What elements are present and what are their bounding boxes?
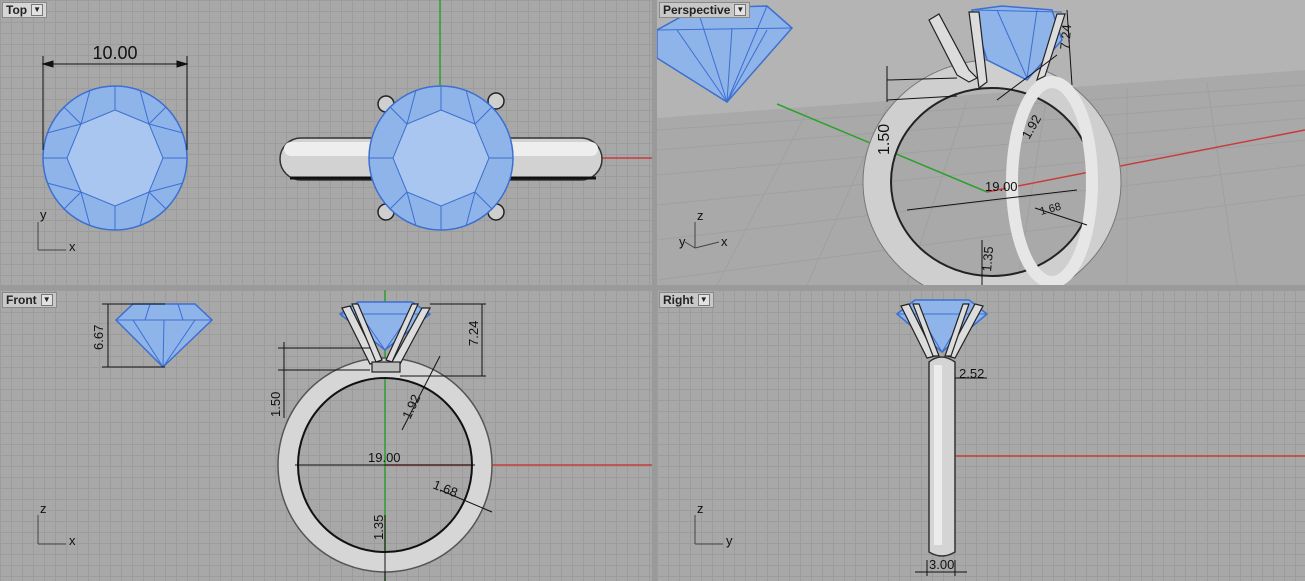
dim-right-width: 3.00 <box>929 557 954 572</box>
chevron-down-icon[interactable]: ▼ <box>697 294 710 306</box>
chevron-down-icon[interactable]: ▼ <box>734 4 747 16</box>
gem-perspective-corner <box>657 5 794 103</box>
chevron-down-icon[interactable]: ▼ <box>31 4 44 16</box>
axis-indicator-top <box>37 222 66 251</box>
viewport-title-perspective[interactable]: Perspective ▼ <box>659 2 751 18</box>
dim-persp-bottom: 1.35 <box>979 246 996 273</box>
axis-x-label: x <box>69 239 76 254</box>
dim-front-bottom: 1.35 <box>371 515 386 540</box>
dim-front-stone: 6.67 <box>91 325 106 350</box>
axis-y-label: y <box>679 234 686 249</box>
axis-y-label: y <box>726 533 733 548</box>
dim-persp-gap: 1.50 <box>876 124 893 155</box>
gem-front-left <box>114 303 214 369</box>
chevron-down-icon[interactable]: ▼ <box>40 294 53 306</box>
viewport-title-front[interactable]: Front ▼ <box>2 292 57 308</box>
ring-head-right <box>895 299 989 359</box>
axis-z-label: z <box>697 208 704 223</box>
dim-front-inner: 19.00 <box>368 450 401 465</box>
axis-z-label: z <box>40 501 47 516</box>
axis-indicator-front <box>37 515 66 545</box>
viewport-title-text: Top <box>6 3 28 17</box>
viewport-title-text: Right <box>663 293 694 307</box>
gem-top-center <box>368 85 514 231</box>
viewport-title-right[interactable]: Right ▼ <box>659 292 714 308</box>
viewport-title-top[interactable]: Top ▼ <box>2 2 48 18</box>
front-canvas: 6.67 7.24 1.50 1.92 19.00 1.68 1.35 z x <box>37 290 652 581</box>
dim-persp-height: 7.24 <box>1057 24 1074 51</box>
viewport-right[interactable]: 2.52 3.00 z y Right ▼ <box>657 290 1305 581</box>
top-canvas: 10.00 y x <box>37 0 652 254</box>
ring-shank-right <box>928 356 956 557</box>
gem-top-left <box>42 85 188 231</box>
perspective-canvas: 7.24 1.50 1.92 19.00 1.68 1.35 z x y <box>657 5 1305 285</box>
dim-front-band: 1.68 <box>431 477 460 500</box>
dim-diameter-text: 10.00 <box>92 43 137 63</box>
axis-z-label: z <box>697 501 704 516</box>
viewport-title-text: Perspective <box>663 3 731 17</box>
viewport-perspective[interactable]: 7.24 1.50 1.92 19.00 1.68 1.35 z x y Per… <box>657 0 1305 285</box>
viewport-front[interactable]: 6.67 7.24 1.50 1.92 19.00 1.68 1.35 z x … <box>0 290 652 581</box>
dim-front-gap: 1.50 <box>268 392 283 417</box>
right-canvas: 2.52 3.00 z y <box>694 299 1305 576</box>
ring-head-front <box>338 301 432 373</box>
viewport-top[interactable]: 10.00 y x Top ▼ <box>0 0 652 285</box>
dim-right-shank: 2.52 <box>959 366 984 381</box>
dim-front-height: 7.24 <box>466 321 481 346</box>
axis-y-label: y <box>40 207 47 222</box>
axis-x-label: x <box>69 533 76 548</box>
axis-indicator-right <box>694 515 723 545</box>
viewport-title-text: Front <box>6 293 37 307</box>
dim-persp-inner: 19.00 <box>985 179 1018 194</box>
axis-x-label: x <box>721 234 728 249</box>
